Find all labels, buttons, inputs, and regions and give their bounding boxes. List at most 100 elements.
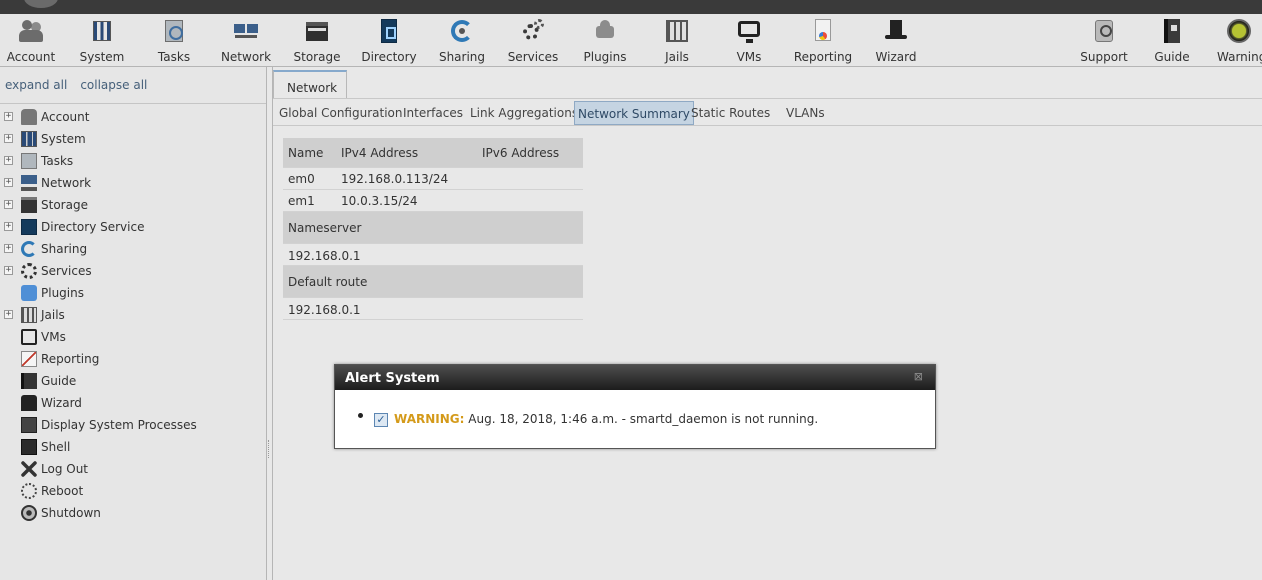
subtab-network-summary[interactable]: Network Summary — [574, 101, 694, 125]
processes-icon — [21, 417, 37, 433]
sidebar-item-network[interactable]: + Network — [0, 172, 266, 194]
main-toolbar: Account System Tasks Network Storage Dir… — [0, 14, 1262, 67]
expand-icon[interactable]: + — [4, 266, 13, 275]
subtab-vlans[interactable]: VLANs — [783, 101, 828, 125]
sidebar-item-display-system-processes[interactable]: Display System Processes — [0, 414, 266, 436]
navigation-tree: + Account + System + Tasks + Network + S… — [0, 103, 266, 580]
toolbar-sharing-button[interactable]: Sharing — [426, 18, 498, 64]
table-row: em0 192.168.0.113/24 — [283, 168, 583, 190]
shell-icon — [21, 439, 37, 455]
interface-name: em1 — [288, 194, 315, 208]
guide-icon — [1159, 18, 1185, 44]
sidebar-item-plugins[interactable]: Plugins — [0, 282, 266, 304]
toolbar-vms-button[interactable]: VMs — [713, 18, 785, 64]
sidebar-item-account[interactable]: + Account — [0, 106, 266, 128]
nameserver-header: Nameserver — [283, 212, 583, 244]
toolbar-storage-button[interactable]: Storage — [281, 18, 353, 64]
toolbar-support-button[interactable]: Support — [1068, 18, 1140, 64]
sidebar-item-system[interactable]: + System — [0, 128, 266, 150]
sidebar-item-shutdown[interactable]: Shutdown — [0, 502, 266, 524]
toolbar-plugins-button[interactable]: Plugins — [569, 18, 641, 64]
tree-controls: expand all collapse all — [5, 78, 147, 92]
expand-icon[interactable]: + — [4, 178, 13, 187]
expand-icon[interactable]: + — [4, 156, 13, 165]
sidebar-item-services[interactable]: + Services — [0, 260, 266, 282]
toolbar-guide-button[interactable]: Guide — [1136, 18, 1208, 64]
sidebar-item-jails[interactable]: + Jails — [0, 304, 266, 326]
sidebar-item-reboot[interactable]: Reboot — [0, 480, 266, 502]
expand-icon[interactable]: + — [4, 222, 13, 231]
alert-dialog-title: Alert System — [335, 365, 935, 390]
alert-dialog: Alert System ⊠ ✓ WARNING: Aug. 18, 2018,… — [334, 364, 936, 449]
toolbar-jails-button[interactable]: Jails — [641, 18, 713, 64]
pane-splitter-handle[interactable] — [268, 440, 270, 458]
guide-icon — [21, 373, 37, 389]
wizard-icon — [883, 18, 909, 44]
table-row: em1 10.0.3.15/24 — [283, 190, 583, 212]
expand-icon[interactable]: + — [4, 200, 13, 209]
collapse-all-link[interactable]: collapse all — [80, 78, 147, 92]
toolbar-system-button[interactable]: System — [66, 18, 138, 64]
main-panel: Network Global Configuration Interfaces … — [272, 67, 1262, 580]
expand-icon[interactable]: + — [4, 310, 13, 319]
sidebar-item-sharing[interactable]: + Sharing — [0, 238, 266, 260]
tasks-icon — [21, 153, 37, 169]
subtab-global-configuration[interactable]: Global Configuration — [276, 101, 405, 125]
toolbar-network-button[interactable]: Network — [210, 18, 282, 64]
close-icon[interactable]: ⊠ — [914, 370, 923, 383]
sidebar-item-guide[interactable]: Guide — [0, 370, 266, 392]
interface-ipv4: 10.0.3.15/24 — [341, 194, 418, 208]
top-bar — [0, 0, 1262, 14]
tab-network[interactable]: Network — [273, 70, 347, 99]
toolbar-wizard-button[interactable]: Wizard — [860, 18, 932, 64]
network-icon — [233, 18, 259, 44]
toolbar-services-button[interactable]: Services — [497, 18, 569, 64]
sharing-icon — [449, 18, 475, 44]
alert-dialog-body: ✓ WARNING: Aug. 18, 2018, 1:46 a.m. - sm… — [335, 391, 935, 449]
toolbar-reporting-button[interactable]: Reporting — [787, 18, 859, 64]
column-header-name: Name — [288, 146, 324, 160]
sidebar-item-directory-service[interactable]: + Directory Service — [0, 216, 266, 238]
subtab-link-aggregations[interactable]: Link Aggregations — [467, 101, 581, 125]
reporting-icon — [21, 351, 37, 367]
jails-icon — [21, 307, 37, 323]
reporting-icon — [810, 18, 836, 44]
alert-message: WARNING: Aug. 18, 2018, 1:46 a.m. - smar… — [394, 412, 818, 426]
expand-all-link[interactable]: expand all — [5, 78, 67, 92]
subtab-static-routes[interactable]: Static Routes — [688, 101, 773, 125]
subtab-interfaces[interactable]: Interfaces — [400, 101, 466, 125]
toolbar-directory-button[interactable]: Directory — [353, 18, 425, 64]
dismiss-alert-checkbox[interactable]: ✓ — [374, 413, 388, 427]
table-header: Name IPv4 Address IPv6 Address — [283, 138, 583, 168]
system-icon — [89, 18, 115, 44]
toolbar-tasks-button[interactable]: Tasks — [138, 18, 210, 64]
expand-icon[interactable]: + — [4, 244, 13, 253]
support-icon — [1091, 18, 1117, 44]
alert-level: WARNING: — [394, 412, 465, 426]
sidebar-item-log-out[interactable]: Log Out — [0, 458, 266, 480]
network-icon — [21, 175, 37, 191]
wizard-icon — [21, 395, 37, 411]
sidebar: expand all collapse all + Account + Syste… — [0, 67, 267, 580]
plugins-icon — [592, 18, 618, 44]
sidebar-item-wizard[interactable]: Wizard — [0, 392, 266, 414]
reboot-icon — [21, 483, 37, 499]
sidebar-item-tasks[interactable]: + Tasks — [0, 150, 266, 172]
column-header-ipv6: IPv6 Address — [482, 146, 560, 160]
sidebar-item-vms[interactable]: VMs — [0, 326, 266, 348]
expand-icon[interactable]: + — [4, 134, 13, 143]
interface-ipv4: 192.168.0.113/24 — [341, 172, 449, 186]
nameserver-value: 192.168.0.1 — [283, 244, 583, 266]
toolbar-account-button[interactable]: Account — [0, 18, 67, 64]
storage-icon — [21, 197, 37, 213]
directory-icon — [21, 219, 37, 235]
sidebar-item-storage[interactable]: + Storage — [0, 194, 266, 216]
logout-icon — [21, 461, 37, 477]
account-icon — [21, 109, 37, 125]
expand-icon[interactable]: + — [4, 112, 13, 121]
toolbar-warning-button[interactable]: Warning — [1204, 18, 1262, 64]
interface-name: em0 — [288, 172, 315, 186]
sidebar-item-shell[interactable]: Shell — [0, 436, 266, 458]
jails-icon — [664, 18, 690, 44]
sidebar-item-reporting[interactable]: Reporting — [0, 348, 266, 370]
